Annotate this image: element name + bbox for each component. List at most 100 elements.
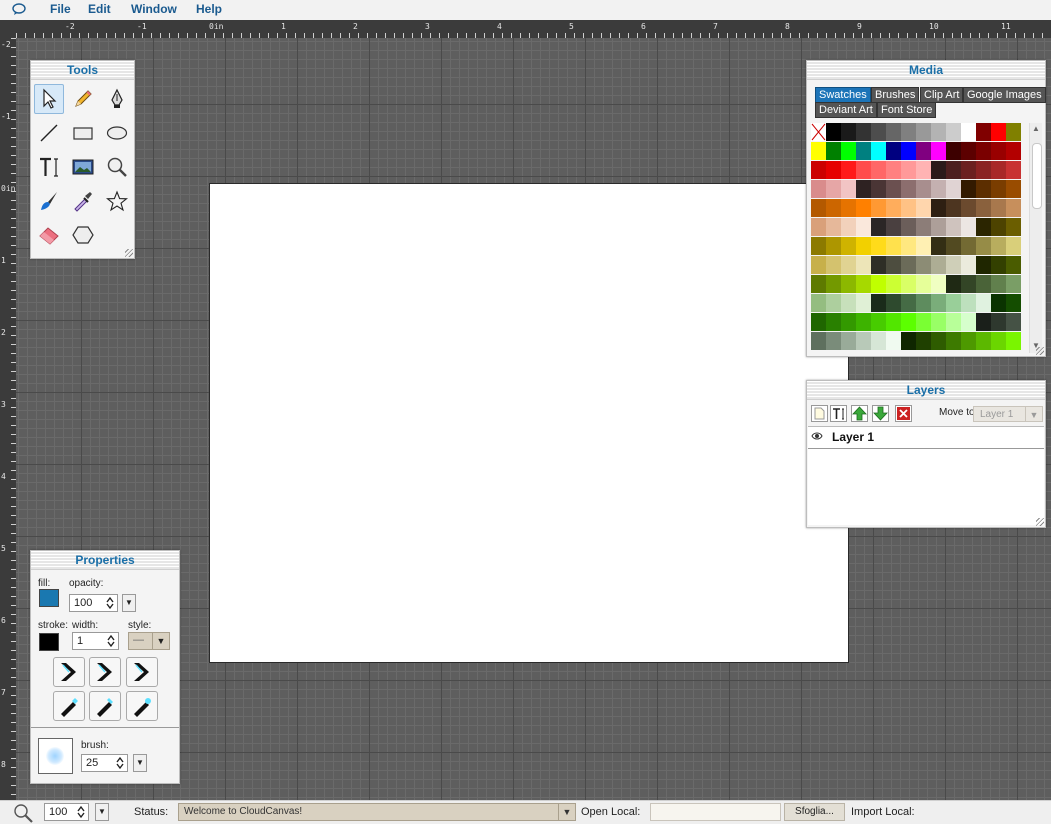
color-swatch[interactable] [811,256,826,274]
tools-panel-resize-grip[interactable] [125,249,133,257]
brush-size-stepper[interactable]: 25 [81,754,128,772]
color-swatch[interactable] [901,256,916,274]
layers-panel-resize-grip[interactable] [1036,518,1044,526]
color-swatch[interactable] [826,332,841,350]
color-swatch[interactable] [931,218,946,236]
media-panel-title[interactable]: Media [807,61,1045,80]
color-swatch[interactable] [946,275,961,293]
layers-panel-title[interactable]: Layers [807,381,1045,400]
color-swatch[interactable] [841,123,856,141]
color-swatch[interactable] [841,275,856,293]
color-swatch[interactable] [976,123,991,141]
color-swatch[interactable] [976,218,991,236]
swatch-scrollbar[interactable]: ▲ ▼ [1029,123,1042,353]
color-swatch[interactable] [886,161,901,179]
opacity-stepper[interactable]: 100 [69,594,118,612]
menu-help[interactable]: Help [196,2,222,16]
color-swatch[interactable] [991,218,1006,236]
color-swatch[interactable] [946,256,961,274]
star-tool[interactable] [102,186,132,216]
speech-bubble-icon[interactable] [12,3,26,15]
color-swatch[interactable] [856,180,871,198]
linecap-butt-button[interactable] [53,691,85,721]
color-swatch[interactable] [991,237,1006,255]
color-swatch[interactable] [976,256,991,274]
eraser-tool[interactable] [34,220,64,250]
color-swatch[interactable] [931,294,946,312]
tab-swatches[interactable]: Swatches [815,87,871,103]
color-swatch[interactable] [946,180,961,198]
color-swatch[interactable] [931,180,946,198]
new-layer-button[interactable] [811,405,828,422]
color-swatch[interactable] [991,313,1006,331]
pen-tool[interactable] [102,84,132,114]
color-swatch[interactable] [841,294,856,312]
color-swatch[interactable] [871,275,886,293]
tab-clip-art[interactable]: Clip Art [920,87,964,103]
color-swatch[interactable] [886,218,901,236]
color-swatch[interactable] [811,199,826,217]
browse-button[interactable]: Sfoglia... [784,803,845,821]
color-swatch[interactable] [826,294,841,312]
color-swatch[interactable] [811,332,826,350]
ellipse-tool[interactable] [102,118,132,148]
color-swatch[interactable] [961,294,976,312]
color-swatch[interactable] [1006,199,1021,217]
color-swatch[interactable] [916,313,931,331]
color-swatch[interactable] [901,218,916,236]
color-swatch[interactable] [946,199,961,217]
color-swatch[interactable] [886,142,901,160]
color-swatch[interactable] [976,180,991,198]
color-swatch[interactable] [871,218,886,236]
color-swatch[interactable] [871,161,886,179]
eyedropper-tool[interactable] [68,186,98,216]
color-swatch[interactable] [871,123,886,141]
color-swatch[interactable] [856,142,871,160]
menu-edit[interactable]: Edit [88,2,111,16]
color-swatch[interactable] [826,218,841,236]
color-swatch[interactable] [871,199,886,217]
zoom-stepper[interactable]: 100 [44,803,89,821]
color-swatch[interactable] [931,142,946,160]
color-swatch[interactable] [961,161,976,179]
opacity-dropdown[interactable]: ▼ [122,594,136,612]
color-swatch[interactable] [856,332,871,350]
color-swatch[interactable] [1006,332,1021,350]
menu-file[interactable]: File [50,2,71,16]
color-swatch[interactable] [841,161,856,179]
color-swatch[interactable] [811,237,826,255]
scrollbar-thumb[interactable] [1032,143,1042,209]
color-swatch[interactable] [811,161,826,179]
color-swatch[interactable] [916,199,931,217]
color-swatch[interactable] [856,256,871,274]
color-swatch[interactable] [856,199,871,217]
color-swatch[interactable] [916,237,931,255]
color-swatch[interactable] [1006,313,1021,331]
color-swatch[interactable] [946,142,961,160]
color-swatch[interactable] [946,332,961,350]
layer-down-button[interactable] [872,405,889,422]
line-tool[interactable] [34,118,64,148]
color-swatch[interactable] [826,275,841,293]
color-swatch[interactable] [991,142,1006,160]
color-swatch[interactable] [961,218,976,236]
polygon-tool[interactable] [68,220,98,250]
color-swatch[interactable] [961,199,976,217]
color-swatch[interactable] [841,142,856,160]
color-swatch[interactable] [826,256,841,274]
color-swatch[interactable] [856,123,871,141]
stepper-arrows-icon[interactable] [76,805,86,819]
color-swatch[interactable] [811,218,826,236]
rename-layer-button[interactable] [830,405,847,422]
color-swatch[interactable] [991,161,1006,179]
color-swatch[interactable] [931,199,946,217]
color-swatch[interactable] [886,180,901,198]
color-swatch[interactable] [916,332,931,350]
color-swatch[interactable] [976,199,991,217]
color-swatch[interactable] [901,161,916,179]
color-swatch[interactable] [886,313,901,331]
text-tool[interactable] [34,152,64,182]
color-swatch[interactable] [811,294,826,312]
color-swatch[interactable] [841,218,856,236]
color-swatch[interactable] [961,275,976,293]
